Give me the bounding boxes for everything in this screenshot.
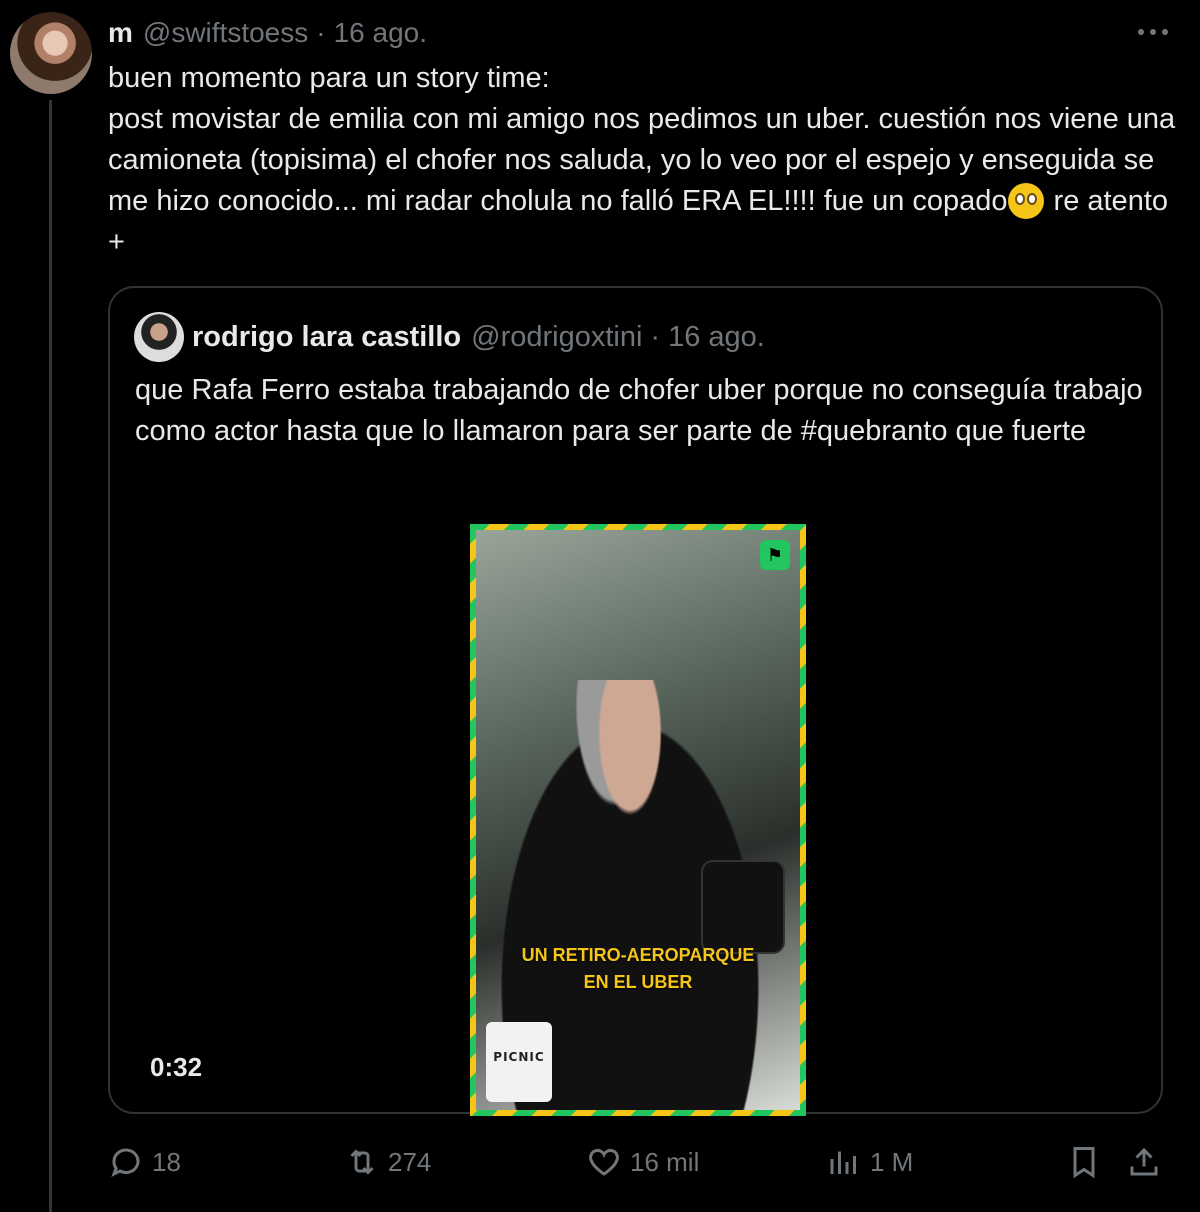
quote-timestamp: 16 ago. [668, 320, 765, 353]
repost-button[interactable]: 274 [344, 1140, 431, 1184]
repost-icon [350, 1149, 374, 1175]
like-count: 16 mil [630, 1146, 700, 1177]
separator: · [316, 17, 326, 48]
repost-count: 274 [388, 1146, 432, 1177]
video-caption: UN RETIRO-AEROPARQUE EN EL UBER [521, 945, 755, 992]
bookmark-icon [1073, 1147, 1095, 1179]
quote-separator: · [650, 320, 661, 353]
analytics-icon [830, 1151, 856, 1174]
handle[interactable]: @swiftstoess [143, 17, 308, 49]
video-player[interactable]: ⚑ UN RETIRO-AEROPARQUE EN EL UBER PICNIC [470, 524, 806, 1116]
tweet-header: m @swiftstoess · 16 ago. [108, 14, 427, 52]
mug-image: PICNIC [486, 1022, 552, 1102]
reply-button[interactable]: 18 [108, 1140, 181, 1184]
quote-header: rodrigo lara castillo @rodrigoxtini · 16… [192, 316, 765, 358]
share-button[interactable] [1126, 1140, 1170, 1184]
action-bar: 18 274 16 mil 1 M [108, 1140, 1168, 1184]
avatar[interactable] [10, 12, 92, 94]
views-button[interactable]: 1 M [826, 1140, 913, 1184]
quote-text: que Rafa Ferro estaba trabajando de chof… [135, 374, 1143, 447]
view-count: 1 M [870, 1146, 914, 1177]
quoted-tweet[interactable]: rodrigo lara castillo @rodrigoxtini · 16… [108, 286, 1163, 1114]
share-icon [1130, 1147, 1158, 1176]
quote-handle: @rodrigoxtini [471, 320, 643, 353]
display-name[interactable]: m [108, 17, 133, 49]
more-icon[interactable] [1136, 22, 1170, 42]
pleading-face-icon [1007, 183, 1044, 219]
quote-display-name: rodrigo lara castillo [192, 320, 462, 353]
reply-count: 18 [152, 1146, 181, 1177]
tweet-text: buen momento para un story time: post mo… [108, 58, 1178, 263]
video-duration: 0:32 [150, 1052, 203, 1082]
heart-icon [589, 1148, 619, 1176]
reply-icon [111, 1148, 140, 1178]
quote-avatar [134, 312, 184, 362]
microphone-image [701, 860, 785, 954]
like-button[interactable]: 16 mil [586, 1140, 699, 1184]
thread-line [49, 100, 52, 1212]
bookmark-button[interactable] [1066, 1140, 1110, 1184]
timestamp[interactable]: 16 ago. [334, 17, 427, 49]
flag-icon: ⚑ [760, 540, 790, 570]
